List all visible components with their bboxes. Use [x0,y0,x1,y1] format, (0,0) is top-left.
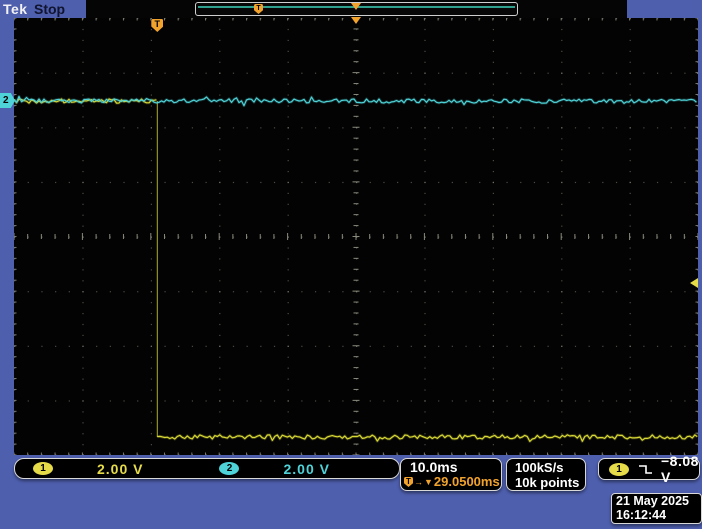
trigger-readout: 1 −8.08 V [598,453,700,485]
preview-trigger-icon: T [254,4,263,14]
top-banner: Tek Stop T [0,0,702,18]
channel2-position-marker: 2 [0,93,15,109]
oscilloscope-screen: Tek Stop T T 2 1 2.00 V 2 2.00 V 10.0ms … [0,0,702,529]
expansion-point-arrow-icon [351,17,361,24]
ch1-scale-value: 2.00 V [97,460,144,477]
acquisition-readout: 100kS/s 10k points [506,458,586,491]
tek-logo: Tek [3,1,28,17]
falling-edge-icon [639,465,652,474]
sample-rate-value: 100kS/s [515,460,564,475]
ch1-badge: 1 [33,462,53,475]
channel-scale-readout: 1 2.00 V 2 2.00 V [14,458,400,479]
delay-marker-icon: ▼ [424,477,433,487]
trigger-source-badge: 1 [609,462,629,476]
trigger-level-value: −8.08 V [661,453,699,485]
record-preview-bar: T [195,2,518,16]
top-strip: T [86,0,627,18]
trigger-level-arrow-icon [690,277,698,288]
acquisition-status: Stop [34,1,66,17]
timebase-readout: 10.0ms T → ▼ 29.0500ms [400,458,502,491]
preview-center-arrow-icon [351,3,361,10]
delay-arrow-icon: → [414,477,423,487]
date-value: 21 May 2025 [616,494,689,508]
datetime-readout: 21 May 2025 16:12:44 [611,493,702,524]
ch2-scale-value: 2.00 V [283,460,330,477]
delay-value: 29.0500ms [433,474,500,489]
record-length-value: 10k points [515,475,580,490]
timebase-value: 10.0ms [410,459,458,475]
ch2-badge: 2 [219,462,240,475]
time-value: 16:12:44 [616,508,667,522]
delay-trigger-icon: T [404,477,413,487]
graticule [12,17,699,456]
trigger-delay-readout: T → ▼ 29.0500ms [404,475,501,489]
waveform-svg [12,17,699,456]
